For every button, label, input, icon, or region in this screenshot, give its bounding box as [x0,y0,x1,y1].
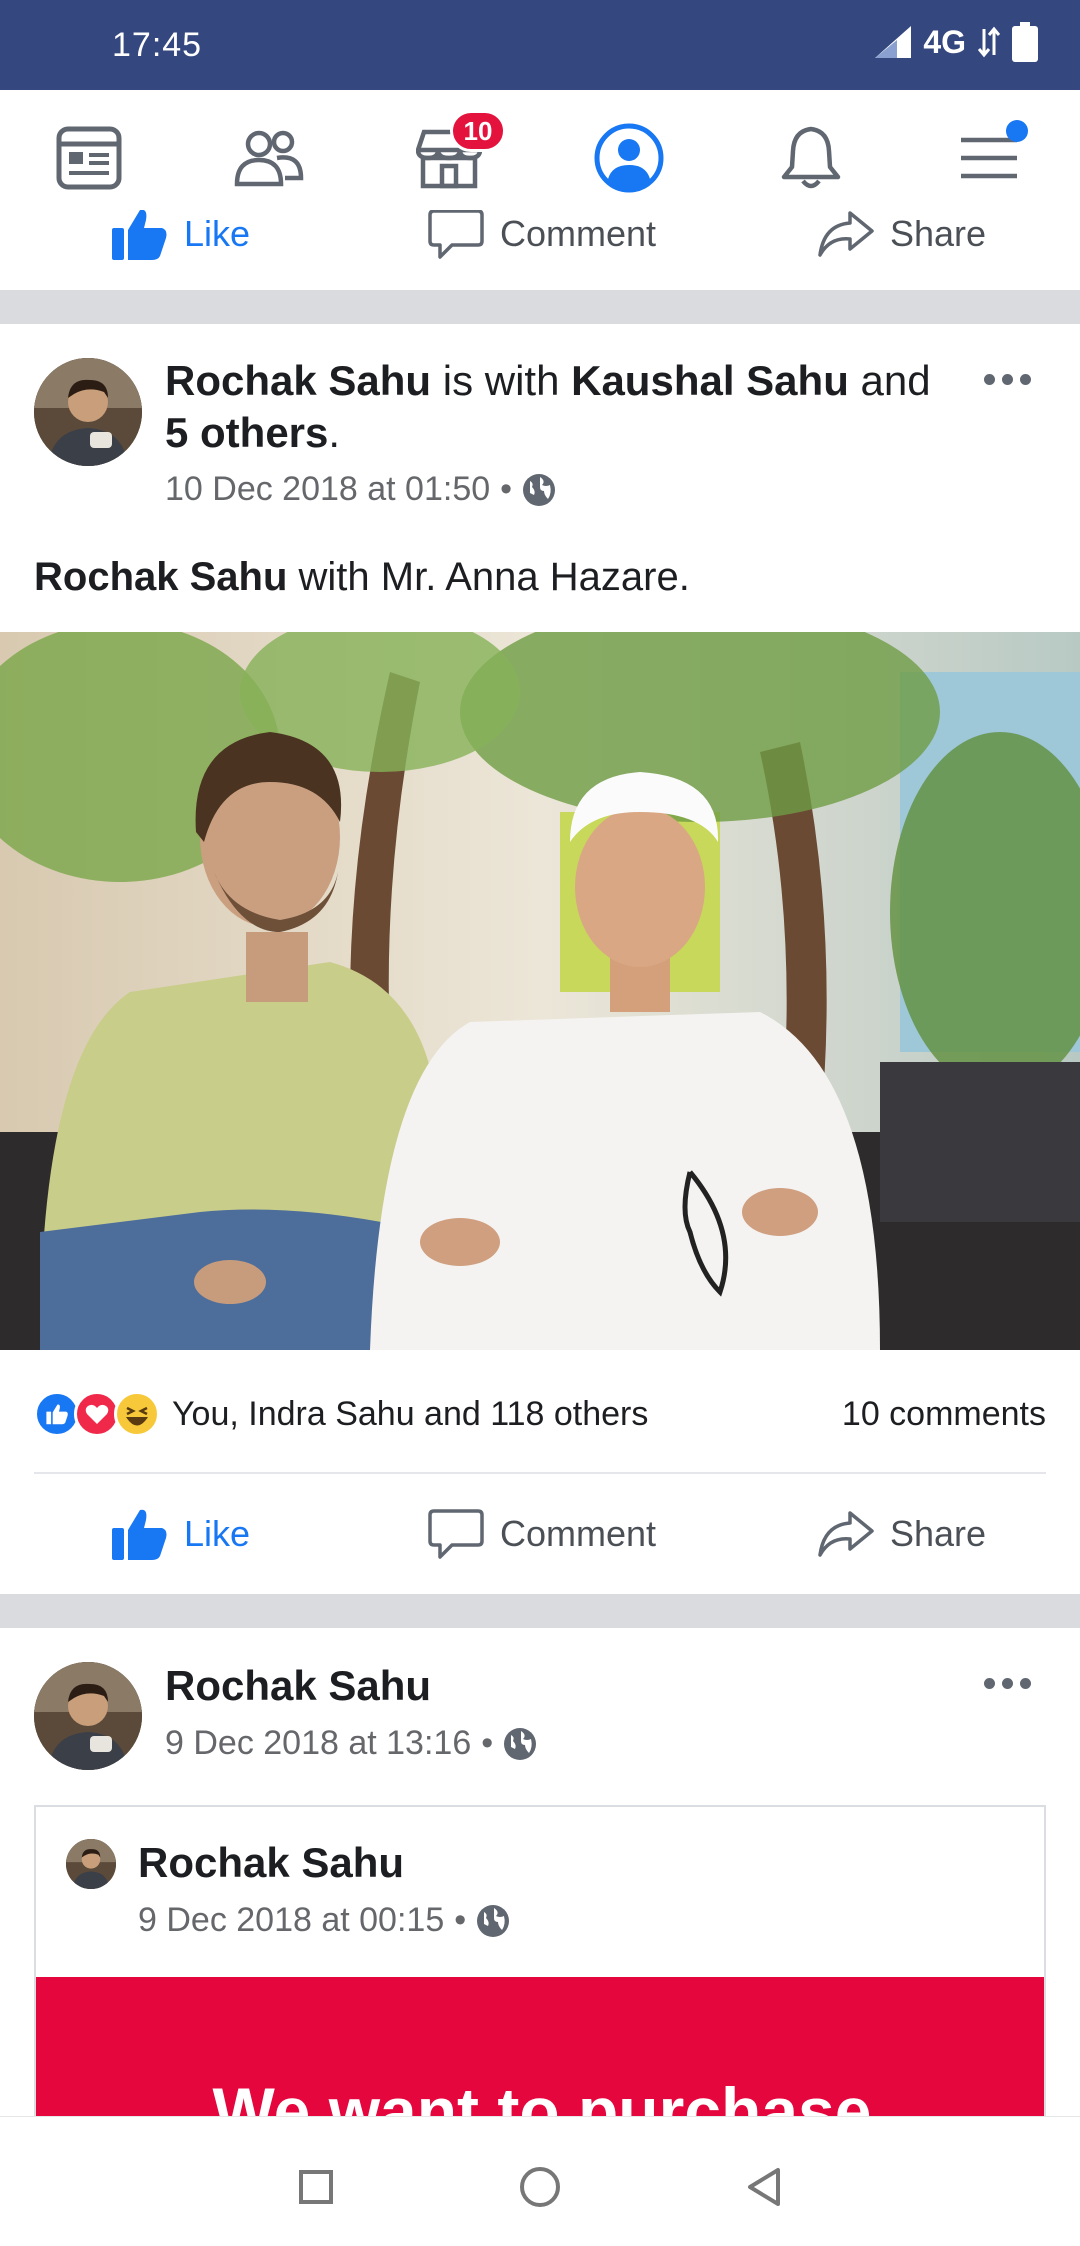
post-2-timestamp[interactable]: 9 Dec 2018 at 13:16 [165,1724,471,1763]
globe-icon [477,1904,510,1937]
post-1-more-options-icon[interactable] [984,374,1031,385]
post-2-author-avatar[interactable] [34,1662,142,1770]
network-label: 4G [923,23,966,60]
share-icon [818,1511,874,1557]
feed-separator-2 [0,1594,1080,1628]
bell-icon [781,126,841,189]
data-transfer-icon [978,26,1000,58]
marketplace-badge: 10 [450,110,506,152]
post-1-meta: 10 Dec 2018 at 01:50 • [165,470,556,509]
post-1-text-body: with Mr. Anna Hazare. [287,555,690,599]
post-2-author-name[interactable]: Rochak Sahu [165,1660,431,1712]
photo-illustration [0,632,1080,1350]
back-triangle-icon [748,2168,780,2206]
thumbs-up-icon [112,210,167,260]
previous-share-button[interactable]: Share [818,210,986,290]
previous-post-actions: Like Comment Share [0,210,1080,290]
friends-tab[interactable] [224,118,314,198]
globe-icon [504,1727,537,1760]
square-icon [299,2170,333,2204]
profile-tab[interactable] [584,118,674,198]
previous-like-label: Like [184,213,251,254]
menu-tab[interactable] [944,118,1034,198]
status-time: 17:45 [112,26,203,64]
shared-author-avatar[interactable] [66,1839,116,1889]
share-button[interactable]: Share [818,1474,986,1594]
comment-icon [428,210,484,259]
previous-comment-button[interactable]: Comment [428,210,656,290]
post-1-header: Rochak Sahu is with Kaushal Sahu and 5 o… [165,355,965,459]
notifications-tab[interactable] [766,118,856,198]
recent-apps-button[interactable] [286,2157,346,2217]
back-button[interactable] [734,2157,794,2217]
shared-meta: 9 Dec 2018 at 00:15 • [138,1901,510,1940]
post-1-tagged-name[interactable]: Kaushal Sahu [571,357,849,404]
share-label: Share [890,1513,987,1554]
post-1-period: . [328,409,341,456]
comment-icon [428,1509,484,1559]
like-button[interactable]: Like [110,1474,250,1594]
top-nav-bar: 10 [0,90,1080,222]
battery-icon [1012,22,1038,62]
menu-notification-dot [1006,120,1028,142]
share-icon [818,211,874,257]
marketplace-tab[interactable]: 10 [404,110,506,198]
post-1-author-avatar[interactable] [34,358,142,466]
comment-button[interactable]: Comment [428,1474,656,1594]
comments-count[interactable]: 10 comments [842,1395,1046,1434]
post-1-and-text: and [848,357,931,404]
post-1-photo[interactable] [0,632,1080,1350]
shared-timestamp[interactable]: 9 Dec 2018 at 00:15 [138,1901,444,1940]
post-2-dot: • [481,1724,494,1762]
home-button[interactable] [510,2157,570,2217]
avatar-photo [34,1662,142,1770]
previous-like-button[interactable]: Like [110,210,250,290]
post-1-actions: Like Comment Share [0,1474,1080,1594]
post-1-reactions-row: You, Indra Sahu and 118 others 10 commen… [34,1384,1046,1444]
feed-separator [0,290,1080,324]
friends-icon [234,130,304,187]
previous-share-label: Share [890,213,987,254]
post-1-author-name[interactable]: Rochak Sahu [165,357,431,404]
news-feed-tab[interactable] [44,118,134,198]
status-bar: 17:45 4G [0,0,1080,90]
status-icons: 4G [875,22,1038,62]
circle-icon [520,2167,560,2207]
previous-comment-label: Comment [500,213,657,254]
post-2-more-options-icon[interactable] [984,1678,1031,1689]
avatar-photo [34,358,142,466]
post-1-others-link[interactable]: 5 others [165,409,328,456]
globe-icon [523,473,556,506]
reactions-summary[interactable]: You, Indra Sahu and 118 others [172,1395,648,1434]
post-1-with-text: is with [431,357,572,404]
post-1-timestamp[interactable]: 10 Dec 2018 at 01:50 [165,470,490,509]
post-1-text-author[interactable]: Rochak Sahu [34,555,287,599]
post-1-text: Rochak Sahu with Mr. Anna Hazare. [34,555,690,600]
haha-reaction-icon [114,1391,160,1437]
reaction-icons[interactable] [34,1391,160,1437]
post-2-meta: 9 Dec 2018 at 13:16 • [165,1724,537,1763]
thumbs-up-icon [112,1509,167,1560]
shared-author-name[interactable]: Rochak Sahu [138,1837,404,1889]
profile-icon [594,123,664,193]
signal-icon [875,26,912,58]
avatar-photo [66,1839,116,1889]
shared-dot: • [454,1901,467,1939]
post-1-dot: • [500,470,513,508]
like-label: Like [184,1513,251,1554]
news-feed-icon [56,126,122,190]
comment-label: Comment [500,1513,657,1554]
system-nav-bar [0,2116,1080,2246]
